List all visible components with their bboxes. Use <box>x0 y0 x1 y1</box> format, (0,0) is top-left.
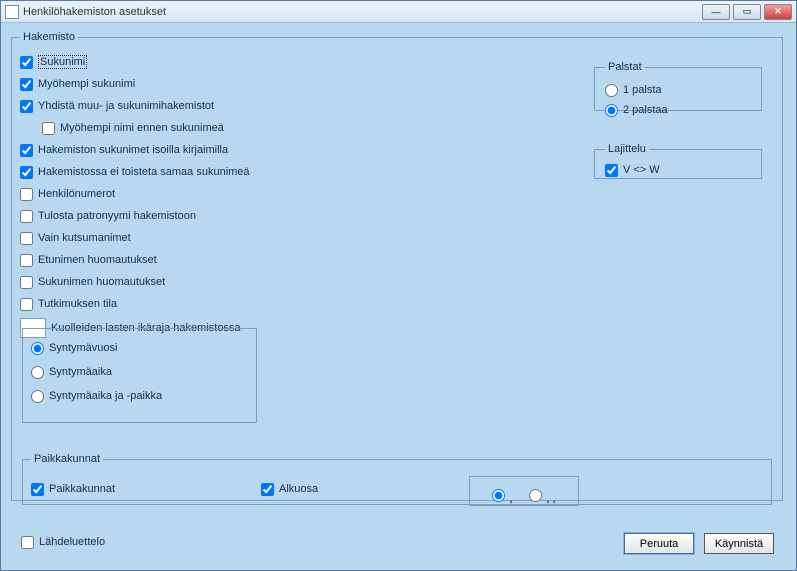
lbl-sukunimi[interactable]: Sukunimi <box>38 56 87 68</box>
chk-etunimen[interactable] <box>20 254 33 267</box>
chk-tutkimuksen[interactable] <box>20 298 33 311</box>
radio-syntymavuosi[interactable] <box>31 342 44 355</box>
bottom-buttons: Peruuta Käynnistä <box>624 533 774 554</box>
lbl-syntymavuosi[interactable]: Syntymävuosi <box>49 342 117 354</box>
group-hakemisto: Hakemisto Sukunimi Myöhempi sukunimi Yhd… <box>11 31 783 501</box>
content-area: Hakemisto Sukunimi Myöhempi sukunimi Yhd… <box>1 23 796 570</box>
lbl-isoilla[interactable]: Hakemiston sukunimet isoilla kirjaimilla <box>38 144 228 156</box>
lbl-yhdista[interactable]: Yhdistä muu- ja sukunimihakemistot <box>38 100 214 112</box>
radio-2palstaa[interactable] <box>605 104 618 117</box>
chk-vw[interactable] <box>605 164 618 177</box>
peruuta-button[interactable]: Peruuta <box>624 533 694 554</box>
group-hakemisto-legend: Hakemisto <box>20 31 78 43</box>
lbl-syntymaaika[interactable]: Syntymäaika <box>49 366 112 378</box>
minimize-button[interactable]: — <box>702 4 730 20</box>
radio-1palsta[interactable] <box>605 84 618 97</box>
lbl-patronyymi[interactable]: Tulosta patronyymi hakemistoon <box>38 210 196 222</box>
window: Henkilöhakemiston asetukset — ▭ ✕ Hakemi… <box>0 0 797 571</box>
chk-isoilla[interactable] <box>20 144 33 157</box>
lbl-myohempi[interactable]: Myöhempi sukunimi <box>38 78 135 90</box>
chk-henkilonumerot[interactable] <box>20 188 33 201</box>
lbl-myohempi-ennen[interactable]: Myöhempi nimi ennen sukunimeä <box>60 122 224 134</box>
group-paikkakunnat: Paikkakunnat Paikkakunnat Alkuosa , , , <box>22 453 772 505</box>
lbl-henkilonumerot[interactable]: Henkilönumerot <box>38 188 115 200</box>
lbl-syntymaaika-paikka[interactable]: Syntymäaika ja -paikka <box>49 390 162 402</box>
chk-sukunimi[interactable] <box>20 56 33 69</box>
lbl-1palsta[interactable]: 1 palsta <box>623 84 662 96</box>
kaynnista-button[interactable]: Käynnistä <box>704 533 774 554</box>
lbl-sukunimen[interactable]: Sukunimen huomautukset <box>38 276 165 288</box>
radio-syntymaaika[interactable] <box>31 366 44 379</box>
lbl-etunimen[interactable]: Etunimen huomautukset <box>38 254 157 266</box>
lbl-ei-toisteta[interactable]: Hakemistossa ei toisteta samaa sukunimeä <box>38 166 250 178</box>
chk-lahdeluettelo[interactable] <box>21 536 34 549</box>
chk-patronyymi[interactable] <box>20 210 33 223</box>
chk-myohempi-ennen[interactable] <box>42 122 55 135</box>
titlebar: Henkilöhakemiston asetukset — ▭ ✕ <box>1 1 796 23</box>
group-lajittelu-legend: Lajittelu <box>605 143 649 155</box>
app-icon <box>5 5 19 19</box>
radio-syntymaaika-paikka[interactable] <box>31 390 44 403</box>
lbl-alkuosa[interactable]: Alkuosa <box>279 483 318 495</box>
chk-ei-toisteta[interactable] <box>20 166 33 179</box>
group-lajittelu: Lajittelu V <> W <box>594 143 762 179</box>
close-button[interactable]: ✕ <box>764 4 792 20</box>
group-palstat-legend: Palstat <box>605 61 645 73</box>
lbl-sep2[interactable]: , , <box>546 493 555 505</box>
lbl-tutkimuksen[interactable]: Tutkimuksen tila <box>38 298 117 310</box>
radio-sep1[interactable] <box>492 489 505 502</box>
lbl-paikkakunnat[interactable]: Paikkakunnat <box>49 483 115 495</box>
chk-yhdista[interactable] <box>20 100 33 113</box>
chk-kutsumanimet[interactable] <box>20 232 33 245</box>
chk-sukunimen[interactable] <box>20 276 33 289</box>
lbl-2palstaa[interactable]: 2 palstaa <box>623 104 668 116</box>
chk-paikkakunnat[interactable] <box>31 483 44 496</box>
window-title: Henkilöhakemiston asetukset <box>23 6 702 18</box>
group-palstat: Palstat 1 palsta 2 palstaa <box>594 61 762 111</box>
lbl-vw[interactable]: V <> W <box>623 164 660 176</box>
group-paikkakunnat-legend: Paikkakunnat <box>31 453 103 465</box>
lbl-lahdeluettelo[interactable]: Lähdeluettelo <box>39 536 105 548</box>
lbl-kutsumanimet[interactable]: Vain kutsumanimet <box>38 232 131 244</box>
lbl-sep1[interactable]: , <box>509 493 512 505</box>
radio-sep2[interactable] <box>529 489 542 502</box>
chk-alkuosa[interactable] <box>261 483 274 496</box>
group-separator: , , , <box>469 476 579 506</box>
chk-myohempi[interactable] <box>20 78 33 91</box>
group-syntyma: Syntymävuosi Syntymäaika Syntymäaika ja … <box>22 328 257 423</box>
maximize-button[interactable]: ▭ <box>733 4 761 20</box>
